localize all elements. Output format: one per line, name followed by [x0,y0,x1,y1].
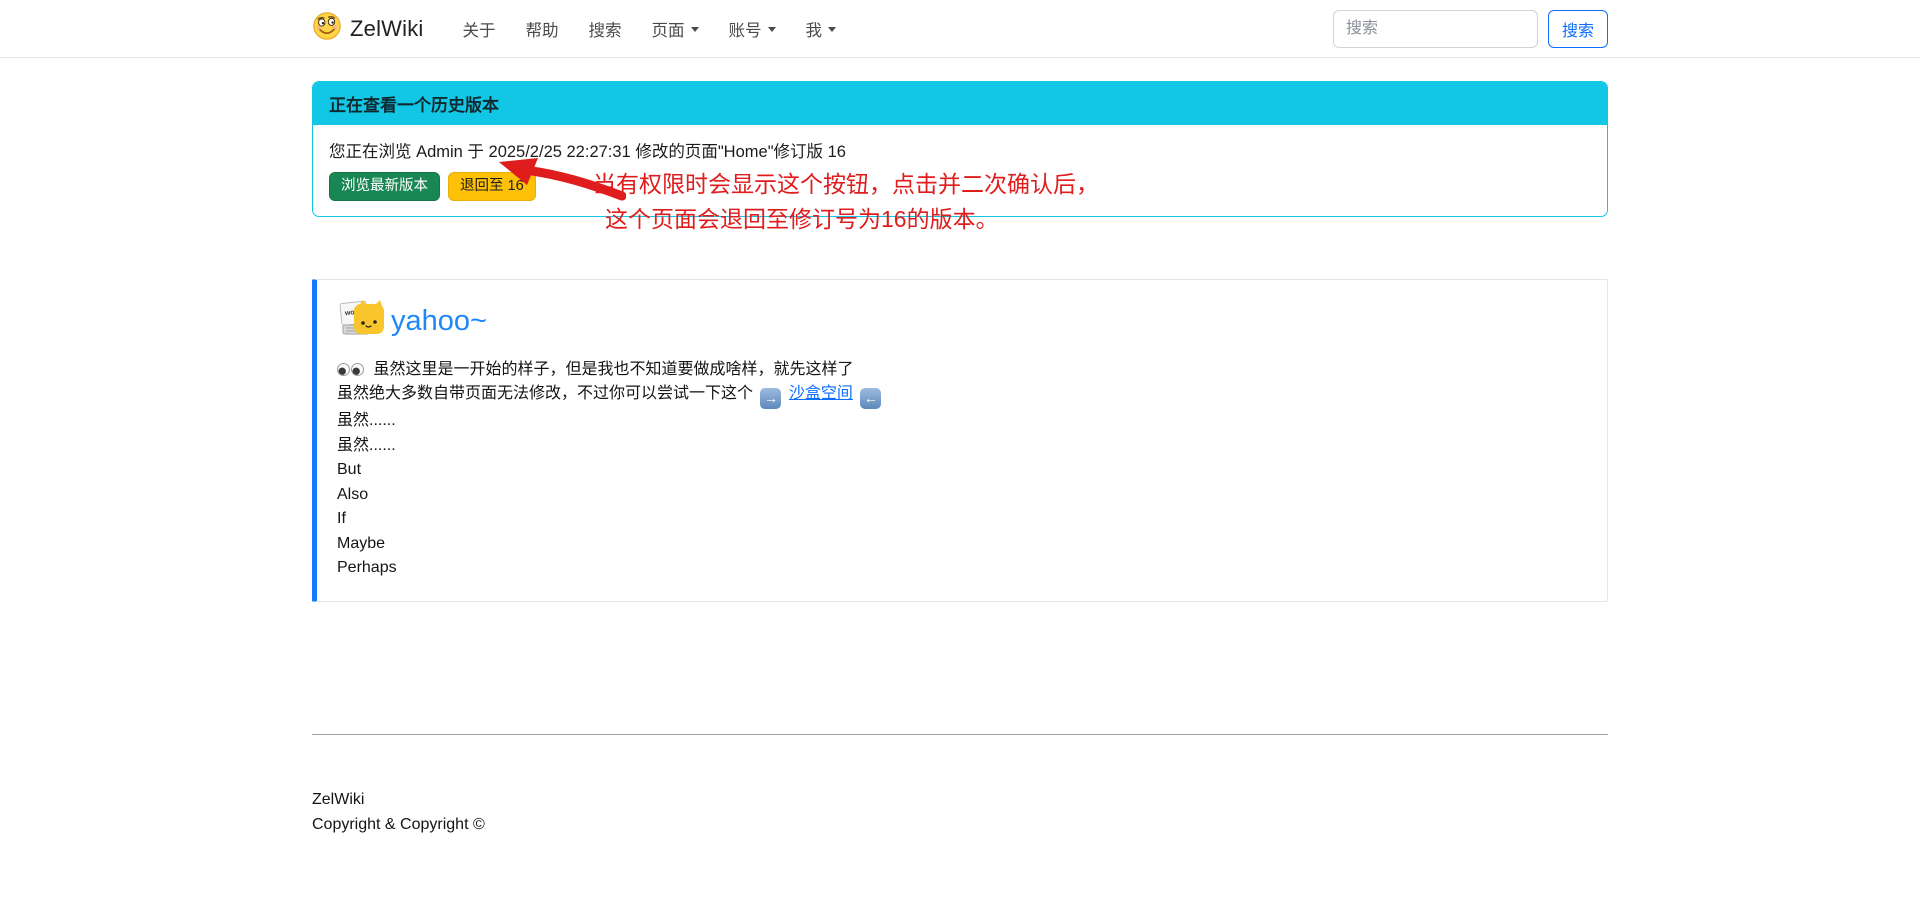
typing-cat-sticker: wo.. [337,298,387,346]
smiley-logo-icon [312,11,342,46]
nav-item-help[interactable]: 帮助 [513,9,572,49]
search-input[interactable] [1333,10,1538,48]
article-line: Perhaps [337,556,1587,581]
arrow-left-emoji: ← [860,388,881,409]
article-paragraph-2: 虽然绝大多数自带页面无法修改，不过你可以尝试一下这个 → 沙盒空间 ← [337,382,1587,409]
annotation-text-line2: 这个页面会退回至修订号为16的版本。 [605,200,999,234]
footer-divider [312,734,1608,735]
navbar-search-area: 搜索 [1333,10,1608,48]
article-heading: wo.. [337,298,1587,346]
eyes-emoji [337,363,364,376]
brand-title: ZelWiki [350,16,424,42]
page: ZelWiki 关于 帮助 搜索 页面 账号 我 搜索 正在查看一个历史版本 您… [0,0,1920,911]
search-button[interactable]: 搜索 [1548,10,1608,48]
arrow-right-emoji: → [760,388,781,409]
article-line: 虽然...... [337,434,1587,459]
article-paragraph-1: 虽然这里是一开始的样子，但是我也不知道要做成啥样，就先这样了 [337,358,1587,383]
chevron-down-icon [828,27,836,32]
article-line: But [337,458,1587,483]
nav-dropdown-pages[interactable]: 页面 [639,9,712,49]
annotation-text-line1: 当有权限时会显示这个按钮，点击并二次确认后， [593,165,1099,199]
nav-links: 关于 帮助 搜索 页面 账号 我 [450,9,1333,49]
wiki-article-card: wo.. [312,279,1608,602]
nav-dropdown-me[interactable]: 我 [793,9,850,49]
sandbox-page-link[interactable]: 沙盒空间 [789,385,853,402]
article-heading-text: yahoo~ [391,305,487,338]
alert-title: 正在查看一个历史版本 [313,82,1607,125]
article-line: 虽然...... [337,409,1587,434]
nav-item-about[interactable]: 关于 [450,9,509,49]
chevron-down-icon [691,27,699,32]
history-alert-zone: 正在查看一个历史版本 您正在浏览 Admin 于 2025/2/25 22:27… [312,81,1608,217]
nav-dropdown-account[interactable]: 账号 [716,9,789,49]
article-line: If [337,507,1587,532]
footer-site-name: ZelWiki [312,787,1608,812]
nav-item-search[interactable]: 搜索 [576,9,635,49]
view-latest-version-button[interactable]: 浏览最新版本 [329,172,440,201]
chevron-down-icon [768,27,776,32]
article-line: Also [337,483,1587,508]
page-footer: ZelWiki Copyright & Copyright © [312,787,1608,897]
brand-home-link[interactable]: ZelWiki [312,11,424,46]
top-navbar: ZelWiki 关于 帮助 搜索 页面 账号 我 搜索 [0,0,1920,58]
article-line: Maybe [337,532,1587,557]
footer-copyright: Copyright & Copyright © [312,812,1608,837]
